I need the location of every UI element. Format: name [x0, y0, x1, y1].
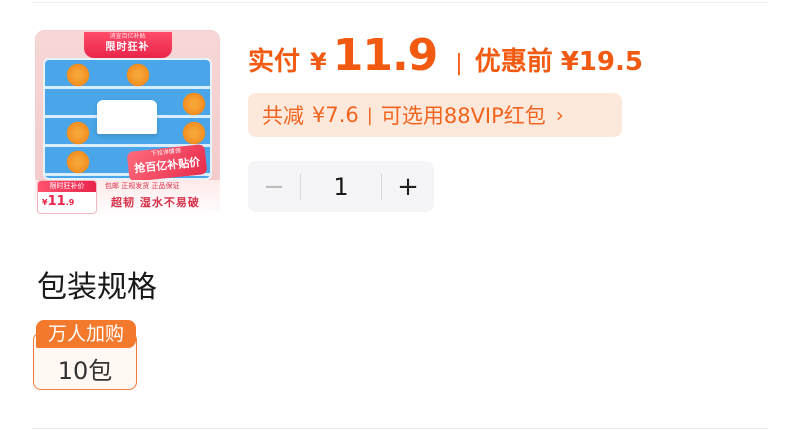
flower-graphic	[65, 120, 91, 146]
chevron-right-icon: ›	[555, 103, 564, 127]
increase-button[interactable]: +	[382, 161, 434, 212]
image-price-integer: 11	[47, 194, 66, 209]
currency-symbol: ¥	[310, 48, 327, 76]
price-row: 实付 ¥ 11.9 | 优惠前 ¥19.5	[248, 30, 643, 90]
tissue-sheet	[97, 100, 157, 134]
original-price-label: 优惠前	[474, 47, 553, 77]
feature-text: 超韧 湿水不易破	[111, 196, 200, 209]
promo-banner: 消宣百亿补贴 限时狂补	[83, 32, 172, 58]
flower-graphic	[65, 149, 91, 175]
flower-graphic	[125, 62, 151, 88]
final-price: 11.9	[332, 30, 439, 81]
spec-option-label: 10包	[57, 357, 113, 385]
flower-graphic	[181, 91, 207, 117]
quantity-value[interactable]: 1	[301, 173, 381, 201]
coupon-text: 可选用88VIP红包	[380, 104, 546, 128]
guarantee-text: 包邮 正规发货 正品保证	[105, 182, 180, 190]
image-price-decimal: .9	[65, 198, 75, 207]
spec-option-10-pack[interactable]: 万人加购 10包	[33, 320, 137, 390]
pay-label: 实付	[248, 47, 301, 77]
top-divider	[32, 2, 768, 3]
promo-banner-title: 限时狂补	[105, 42, 150, 53]
image-price-value: ¥11.9	[38, 192, 96, 212]
promo-banner-small: 消宣百亿补贴	[109, 33, 146, 40]
flower-graphic	[181, 120, 207, 146]
spec-section-title: 包装规格	[37, 270, 157, 305]
image-price-badge: 限时狂补价 ¥11.9	[37, 180, 97, 214]
bottom-divider	[32, 428, 768, 429]
original-price: ¥19.5	[560, 47, 643, 77]
image-price-label: 限时狂补价	[38, 181, 96, 192]
product-image[interactable]: 消宣百亿补贴 限时狂补 下拉详情领 抢百亿补贴价 包邮 正规发货 正品保证 超韧…	[35, 30, 220, 216]
discount-pill[interactable]: 共减 ¥7.6 | 可选用88VIP红包 ›	[248, 93, 622, 137]
discount-separator: |	[366, 104, 373, 126]
discount-value: ¥7.6	[312, 103, 359, 127]
discount-label: 共减	[262, 104, 304, 128]
quantity-stepper: − 1 +	[248, 161, 434, 212]
decrease-button[interactable]: −	[248, 161, 300, 212]
popular-tag: 万人加购	[36, 320, 136, 348]
price-separator: |	[455, 51, 463, 76]
flower-graphic	[65, 62, 91, 88]
